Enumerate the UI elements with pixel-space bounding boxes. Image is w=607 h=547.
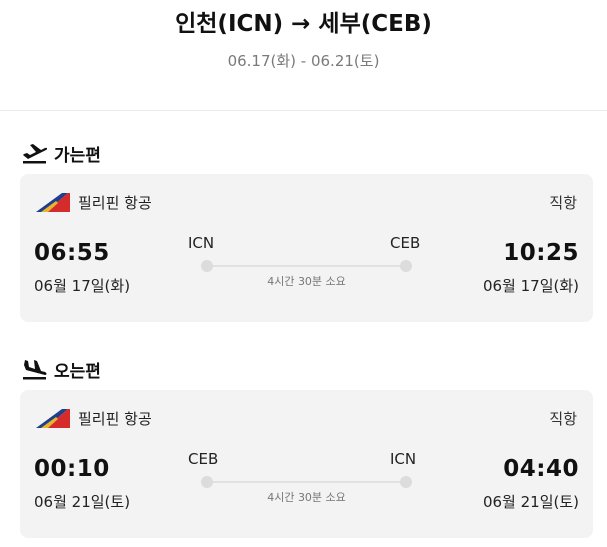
outbound-section-label: 가는편 [54,145,101,166]
outbound-duration: 4시간 30분 소요 [267,275,346,288]
inbound-flight-card[interactable]: 필리핀 항공 직항 00:10 06월 21일(토) CEB ICN 4시간 3… [20,390,593,538]
inbound-departure-date: 06월 21일(토) [34,493,131,511]
itinerary-header: 인천(ICN) → 세부(CEB) 06.17(화) - 06.21(토) [0,0,607,111]
outbound-arrival-time: 10:25 [503,240,579,266]
outbound-flight-card[interactable]: 필리핀 항공 직항 06:55 06월 17일(화) ICN CEB 4시간 3… [20,174,593,322]
outbound-arrival-date: 06월 17일(화) [482,277,579,295]
outbound-section-title: 가는편 [22,141,101,166]
outbound-departure-time: 06:55 [34,240,110,266]
route-end-dot [400,476,412,488]
route-start-dot [201,260,213,272]
inbound-airline-name: 필리핀 항공 [78,409,152,428]
inbound-arrival-date: 06월 21일(토) [482,493,579,511]
outbound-airline: 필리핀 항공 [36,190,152,214]
outbound-route-track [201,260,412,272]
route-line [207,481,406,483]
outbound-arrival-code: CEB [390,234,421,252]
flight-itinerary-page: 인천(ICN) → 세부(CEB) 06.17(화) - 06.21(토) 가는… [0,0,607,547]
inbound-arrival-code: ICN [390,450,417,468]
airline-logo-icon [36,193,70,212]
plane-departure-icon [23,144,48,164]
outbound-airline-name: 필리핀 항공 [78,193,152,212]
trip-dates: 06.17(화) - 06.21(토) [227,52,380,70]
inbound-section-label: 오는편 [54,361,101,382]
inbound-route-track [201,476,412,488]
inbound-flight-type: 직항 [549,410,577,428]
inbound-departure-code: CEB [188,450,219,468]
route-line [207,265,406,267]
inbound-section-title: 오는편 [22,357,101,382]
outbound-departure-date: 06월 17일(화) [34,277,131,295]
inbound-airline: 필리핀 항공 [36,406,152,430]
inbound-duration: 4시간 30분 소요 [267,491,346,504]
outbound-flight-type: 직항 [549,194,577,212]
route-start-dot [201,476,213,488]
route-end-dot [400,260,412,272]
inbound-arrival-time: 04:40 [503,456,579,482]
inbound-departure-time: 00:10 [34,456,110,482]
outbound-departure-code: ICN [188,234,215,252]
airline-logo-icon [36,409,70,428]
plane-arrival-icon [23,360,47,380]
route-title: 인천(ICN) → 세부(CEB) [175,11,432,37]
